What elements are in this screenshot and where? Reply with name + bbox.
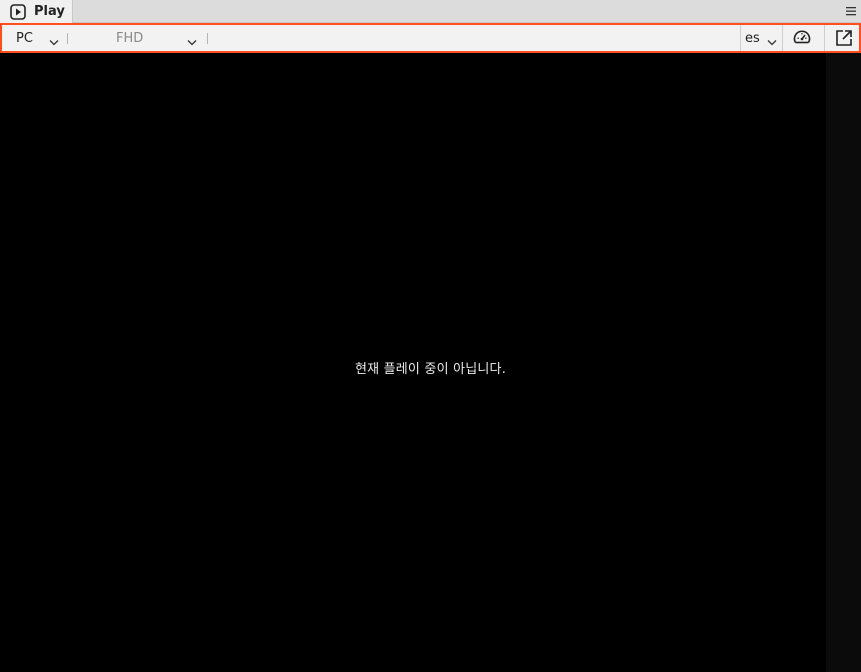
player-toolbar: PC FHD es (0, 23, 861, 53)
tab-play[interactable]: Play (0, 0, 73, 23)
language-select[interactable]: es (745, 25, 781, 51)
external-window-icon[interactable] (834, 28, 854, 48)
chevron-down-icon (49, 35, 59, 45)
hamburger-menu-icon[interactable] (844, 4, 858, 18)
tab-label: Play (34, 4, 65, 19)
tab-bar: Play (0, 0, 861, 23)
device-select[interactable]: PC (16, 25, 66, 51)
chevron-down-icon (187, 35, 197, 45)
divider (740, 25, 741, 51)
divider (782, 25, 783, 51)
video-area[interactable]: 현재 플레이 중이 아닙니다. (0, 53, 861, 672)
device-select-value: PC (16, 30, 33, 46)
divider (824, 25, 825, 51)
separator (67, 33, 68, 44)
player-status-message: 현재 플레이 중이 아닙니다. (354, 362, 507, 377)
quality-select-value: FHD (116, 30, 144, 46)
quality-select[interactable]: FHD (116, 25, 206, 51)
language-select-value: es (745, 30, 760, 46)
play-icon (10, 3, 26, 20)
chevron-down-icon (767, 35, 777, 45)
speedometer-icon[interactable] (792, 28, 812, 48)
separator (207, 33, 208, 44)
